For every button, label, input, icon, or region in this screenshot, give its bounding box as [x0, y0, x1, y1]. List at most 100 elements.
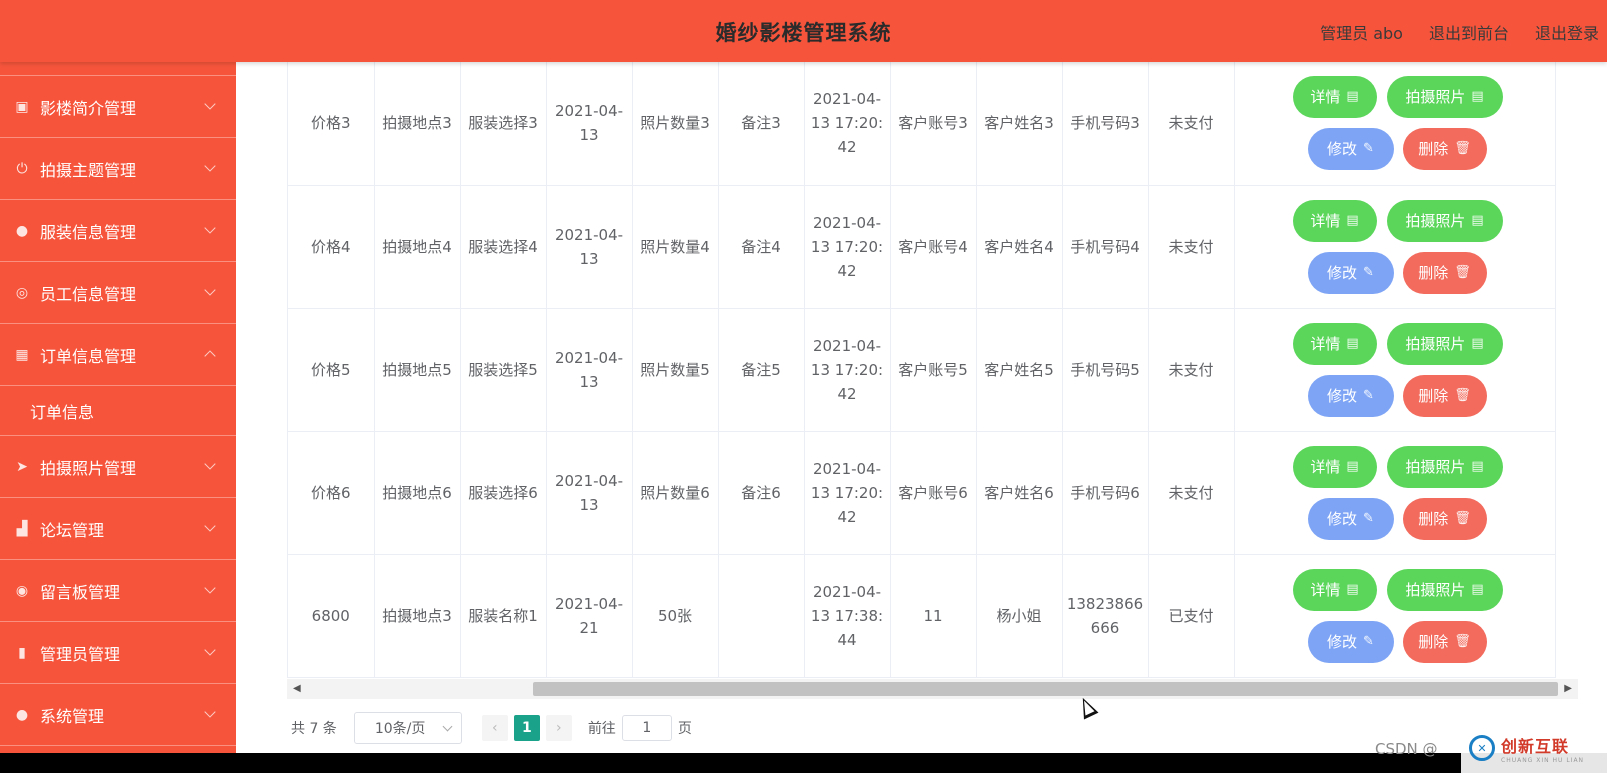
cell-time: 2021-04-13 17:20:42 [804, 185, 891, 309]
horizontal-scrollbar[interactable]: ◀ ▶ [287, 679, 1578, 699]
button-label: 拍摄照片 [1405, 88, 1466, 106]
document-icon: ▤ [1471, 212, 1484, 228]
order-table: 价格3 拍摄地点3 服装选择3 2021-04-13 照片数量3 备注3 2021-04-1… [288, 62, 1556, 678]
cell-name: 杨小姐 [976, 554, 1063, 678]
delete-button[interactable]: 删除 🗑 [1402, 251, 1487, 294]
sidebar-item-forum[interactable]: ▟ 论坛管理 [0, 498, 236, 560]
chevron-down-icon [204, 644, 216, 656]
logo-mark-icon: ✕ [1469, 735, 1495, 761]
detail-button[interactable]: 详情 ▤ [1292, 199, 1377, 242]
photo-button[interactable]: 拍摄照片 ▤ [1386, 322, 1503, 365]
cell-price: 6800 [288, 554, 375, 678]
location-icon: ◉ [15, 582, 29, 599]
page-size-select[interactable]: 10条/页 [353, 712, 462, 744]
chevron-down-icon [204, 520, 216, 532]
scroll-left-icon[interactable]: ◀ [293, 683, 301, 694]
cell-location: 拍摄地点5 [374, 308, 461, 432]
button-label: 拍摄照片 [1405, 211, 1466, 230]
cell-clothing: 服装选择4 [460, 185, 547, 309]
detail-button[interactable]: 详情 ▤ [1292, 322, 1377, 365]
delete-button[interactable]: 删除 🗑 [1402, 497, 1487, 540]
sidebar-item-orders[interactable]: ▦ 订单信息管理 [0, 324, 236, 386]
delete-button[interactable]: 删除 🗑 [1402, 374, 1487, 417]
detail-button[interactable]: 详情 ▤ [1292, 568, 1377, 611]
prev-page-button[interactable]: ‹ [481, 715, 508, 741]
detail-button[interactable]: 详情 ▤ [1292, 445, 1377, 488]
logo-text: 创新互联 CHUANG XIN HU LIAN [1501, 733, 1584, 764]
logout-link[interactable]: 退出登录 [1535, 20, 1599, 44]
edit-button[interactable]: 修改 ✎ [1307, 497, 1394, 540]
cell-photos: 照片数量3 [632, 62, 719, 186]
document-icon: ▤ [1346, 89, 1359, 104]
detail-button[interactable]: 详情 ▤ [1292, 76, 1377, 118]
chevron-down-icon [204, 458, 216, 470]
photo-button[interactable]: 拍摄照片 ▤ [1386, 199, 1503, 242]
bottom-bar [0, 753, 1607, 773]
sidebar-item-staff[interactable]: ◎ 员工信息管理 [0, 262, 236, 324]
table-row: 6800 拍摄地点3 服装名称1 2021-04-21 50张 2021-04-13 17… [288, 554, 1556, 678]
document-icon: ▤ [1346, 212, 1359, 228]
edit-button[interactable]: 修改 ✎ [1307, 128, 1394, 170]
edit-button[interactable]: 修改 ✎ [1307, 251, 1394, 294]
sidebar-item-system[interactable]: ● 系统管理 [0, 684, 236, 746]
cell-clothing: 服装选择6 [460, 431, 547, 555]
next-page-button[interactable]: › [545, 715, 572, 741]
user-icon: ● [15, 706, 29, 723]
cell-clothing: 服装选择3 [460, 62, 547, 186]
cell-price: 价格4 [288, 185, 375, 309]
goto-page-input[interactable] [621, 715, 672, 741]
sidebar-item-clothing[interactable]: ● 服装信息管理 [0, 200, 236, 262]
cell-phone: 13823866666 [1062, 554, 1149, 678]
sidebar-item-label: 员工信息管理 [40, 284, 137, 304]
button-label: 删除 [1418, 140, 1449, 158]
sidebar-item-messages[interactable]: ◉ 留言板管理 [0, 560, 236, 622]
button-label: 详情 [1310, 580, 1341, 599]
cell-date: 2021-04-13 [546, 62, 633, 186]
cell-actions: 详情 ▤ 拍摄照片 ▤ 修改 ✎ 删除 🗑 [1234, 308, 1556, 432]
pencil-icon: ✎ [1363, 510, 1374, 526]
sidebar-item-admins[interactable]: ▮ 管理员管理 [0, 622, 236, 684]
to-front-link[interactable]: 退出到前台 [1429, 20, 1509, 44]
chevron-down-icon [204, 706, 216, 718]
edit-button[interactable]: 修改 ✎ [1307, 620, 1394, 663]
logo-name: 创新互联 [1501, 736, 1570, 756]
sidebar-item-theme[interactable]: ⏻ 拍摄主题管理 [0, 138, 236, 200]
sidebar-item-label: 管理员管理 [40, 644, 121, 664]
cell-actions: 详情 ▤ 拍摄照片 ▤ 修改 ✎ 删除 🗑 [1234, 62, 1556, 186]
delete-button[interactable]: 删除 🗑 [1402, 128, 1487, 170]
cell-time: 2021-04-13 17:20:42 [804, 431, 891, 555]
scroll-right-icon[interactable]: ▶ [1564, 683, 1572, 694]
sidebar-subitem-order-info[interactable]: 订单信息 [0, 386, 236, 436]
cell-clothing: 服装名称1 [460, 554, 547, 678]
button-label: 拍摄照片 [1405, 334, 1466, 353]
scrollbar-thumb[interactable] [533, 682, 1558, 696]
page-number-current[interactable]: 1 [513, 715, 540, 741]
cell-photos: 50张 [632, 554, 719, 678]
pencil-icon: ✎ [1363, 141, 1374, 156]
bar-icon: ▮ [18, 644, 26, 661]
photo-button[interactable]: 拍摄照片 ▤ [1386, 445, 1503, 488]
cell-account: 客户账号6 [890, 431, 977, 555]
page-size-value: 10条/页 [374, 721, 426, 737]
document-icon: ▤ [1471, 89, 1484, 104]
cell-name: 客户姓名4 [976, 185, 1063, 309]
photo-button[interactable]: 拍摄照片 ▤ [1386, 76, 1503, 118]
document-icon: ▤ [1346, 581, 1359, 597]
sidebar-item-studio-intro[interactable]: ▣ 影楼简介管理 [0, 76, 236, 138]
button-label: 拍摄照片 [1405, 457, 1466, 476]
cell-remark: 备注6 [718, 431, 805, 555]
sidebar-item-photos[interactable]: ➤ 拍摄照片管理 [0, 436, 236, 498]
sidebar-item-label: 留言板管理 [40, 582, 121, 602]
cell-location: 拍摄地点4 [374, 185, 461, 309]
cell-account: 11 [890, 554, 977, 678]
delete-button[interactable]: 删除 🗑 [1402, 620, 1487, 663]
admin-user-link[interactable]: 管理员 abo [1320, 20, 1403, 44]
button-label: 删除 [1418, 386, 1449, 405]
table-row: 价格4 拍摄地点4 服装选择4 2021-04-13 照片数量4 备注4 2021-04-1… [288, 185, 1556, 309]
cell-photos: 照片数量4 [632, 185, 719, 309]
cell-location: 拍摄地点3 [374, 554, 461, 678]
photo-button[interactable]: 拍摄照片 ▤ [1386, 568, 1503, 611]
chevron-down-icon [204, 98, 216, 110]
edit-button[interactable]: 修改 ✎ [1307, 374, 1394, 417]
chart-icon: ▟ [16, 520, 28, 537]
